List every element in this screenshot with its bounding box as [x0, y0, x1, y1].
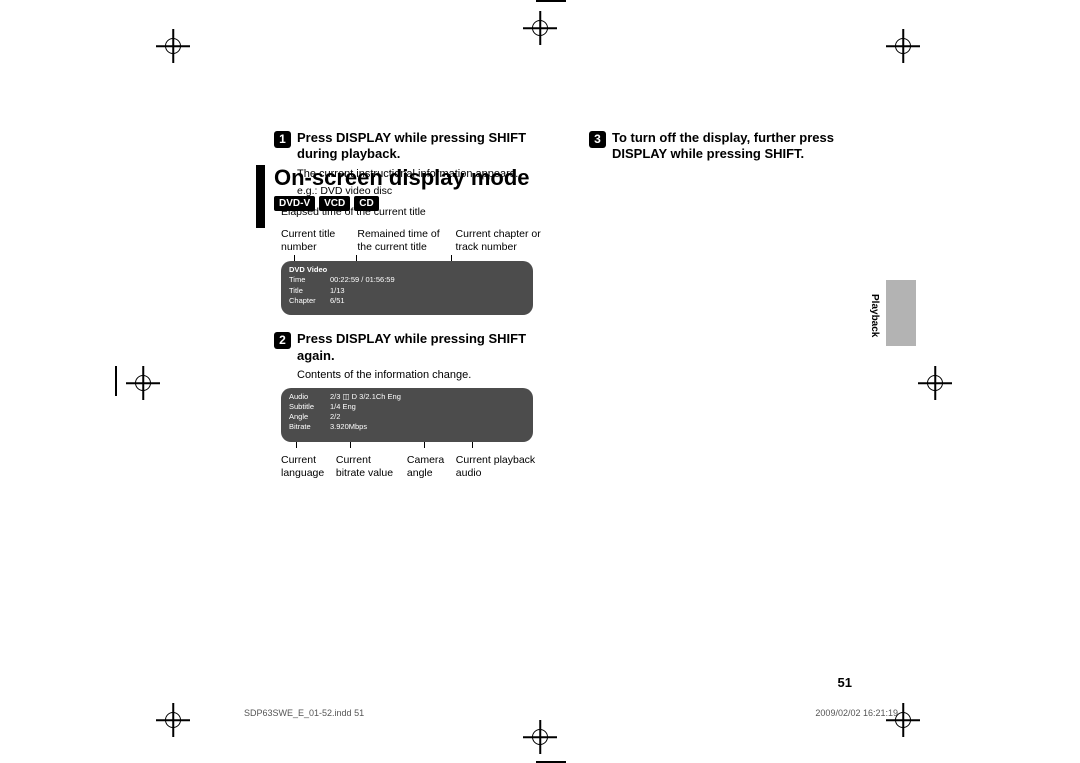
- step-1-body: The current instructional information ap…: [297, 167, 549, 181]
- header-accent-bar: [256, 165, 265, 228]
- callout-current-title: Current title number: [281, 228, 357, 253]
- content-area: 1 Press DISPLAY while pressing SHIFT dur…: [274, 130, 864, 479]
- step-number-icon: 1: [274, 131, 291, 148]
- callout-elapsed: Elapsed time of the current title: [281, 206, 549, 220]
- osd1-row-0: DVD Video: [289, 265, 525, 275]
- osd1-row-3: Chapter6/51: [289, 296, 525, 306]
- footer-timestamp: 2009/02/02 16:21:19: [815, 708, 898, 718]
- left-column: 1 Press DISPLAY while pressing SHIFT dur…: [274, 130, 549, 479]
- footer-file-stamp: SDP63SWE_E_01-52.indd 51: [244, 708, 364, 718]
- callout-current-bitrate: Current bitrate value: [336, 454, 407, 479]
- callout-playback-audio: Current playback audio: [456, 454, 549, 479]
- step-3: 3 To turn off the display, further press…: [589, 130, 864, 163]
- osd-panel-2: Audio2/3 ◫ D 3/2.1Ch Eng Subtitle1/4 Eng…: [281, 388, 533, 442]
- callout-current-chapter: Current chapter or track number: [456, 228, 549, 253]
- section-thumb-label: Playback: [869, 294, 880, 337]
- step-3-title: To turn off the display, further press D…: [612, 130, 864, 163]
- step-1: 1 Press DISPLAY while pressing SHIFT dur…: [274, 130, 549, 163]
- osd1-row-1: Time00:22:59 / 01:56:59: [289, 275, 525, 285]
- callouts-above-osd1: Current title number Remained time of th…: [281, 228, 549, 253]
- callout-current-language: Current language: [281, 454, 336, 479]
- callout-camera-angle: Camera angle: [407, 454, 456, 479]
- osd2-row-3: Bitrate3.920Mbps: [289, 422, 525, 432]
- section-thumb-tab: [886, 280, 916, 346]
- osd2-row-2: Angle2/2: [289, 412, 525, 422]
- right-column: 3 To turn off the display, further press…: [589, 130, 864, 479]
- callout-remained-time: Remained time of the current title: [357, 228, 455, 253]
- callouts-below-osd2: Current language Current bitrate value C…: [281, 454, 549, 479]
- step-2-title: Press DISPLAY while pressing SHIFT again…: [297, 331, 549, 364]
- osd-panel-1: DVD Video Time00:22:59 / 01:56:59 Title1…: [281, 261, 533, 315]
- step-number-icon: 3: [589, 131, 606, 148]
- step-1-eg: e.g.: DVD video disc: [297, 185, 549, 199]
- step-number-icon: 2: [274, 332, 291, 349]
- osd2-row-0: Audio2/3 ◫ D 3/2.1Ch Eng: [289, 392, 525, 402]
- step-1-title: Press DISPLAY while pressing SHIFT durin…: [297, 130, 549, 163]
- osd2-row-1: Subtitle1/4 Eng: [289, 402, 525, 412]
- page-number: 51: [838, 675, 852, 690]
- manual-page: On-screen display mode DVD-V VCD CD Play…: [164, 50, 916, 690]
- osd1-row-2: Title1/13: [289, 286, 525, 296]
- step-2: 2 Press DISPLAY while pressing SHIFT aga…: [274, 331, 549, 364]
- step-2-body: Contents of the information change.: [297, 368, 549, 382]
